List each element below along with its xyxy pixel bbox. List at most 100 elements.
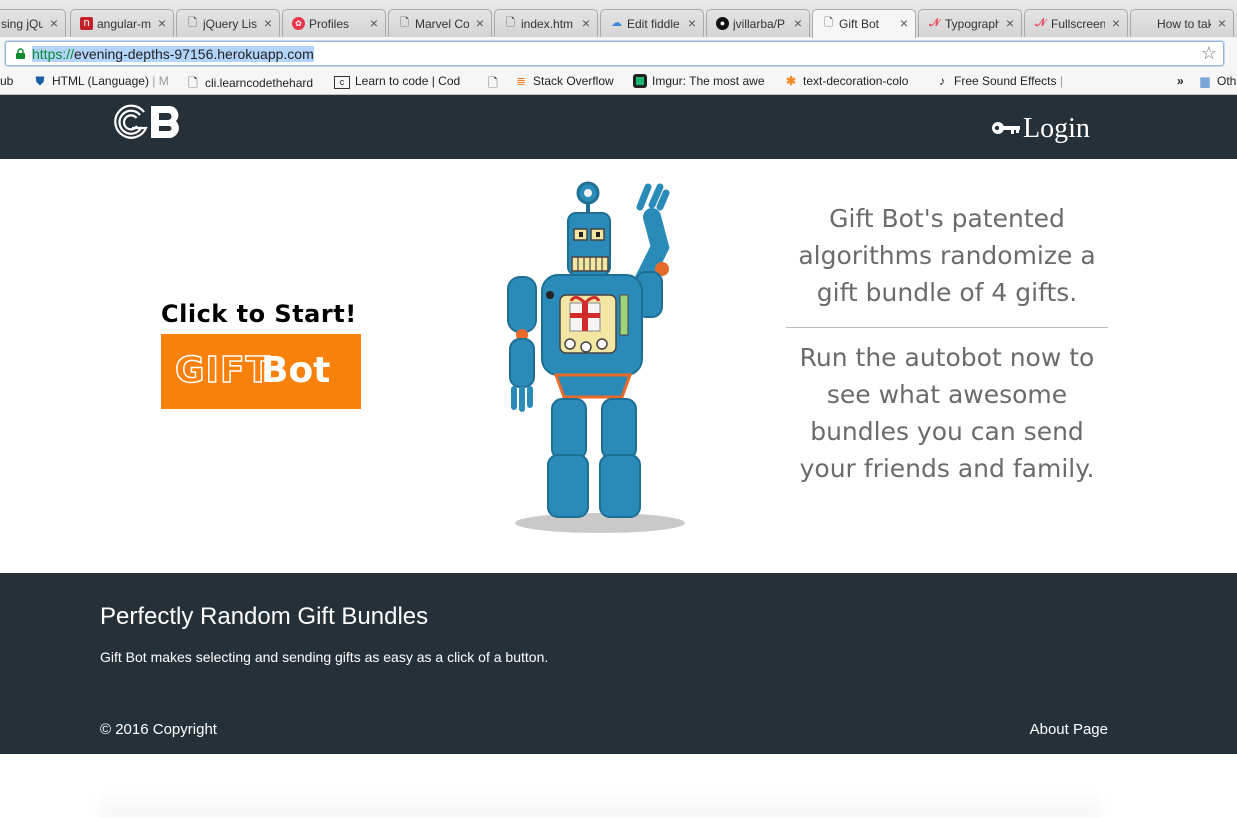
bookmark-label: ub	[0, 74, 14, 88]
tab-close-icon[interactable]: ×	[582, 15, 590, 31]
tab-close-icon[interactable]: ×	[158, 15, 166, 31]
typography-icon: 𝒩	[929, 17, 940, 29]
tab-close-icon[interactable]: ×	[688, 15, 696, 31]
bookmark-label: Learn to code | Cod	[355, 74, 461, 88]
footer-title: Perfectly Random Gift Bundles	[100, 603, 429, 630]
browser-tab[interactable]: sing jQu ×	[0, 9, 66, 37]
browser-tab[interactable]: ✿ Profiles ×	[282, 9, 386, 37]
browser-tab[interactable]: 𝒩 Fullscreen ×	[1024, 9, 1128, 37]
hero-copy-divider	[786, 327, 1108, 328]
footer-text: Gift Bot makes selecting and sending gif…	[100, 649, 549, 665]
browser-tab[interactable]: 🗋 index.htm ×	[494, 9, 598, 37]
page-icon: 🗋	[488, 76, 498, 90]
bookmark-label: »	[1177, 74, 1184, 88]
tab-title: Gift Bot	[839, 17, 880, 31]
browser-tab[interactable]: 🗋 jQuery Lis ×	[176, 9, 280, 37]
key-icon	[992, 122, 1020, 134]
bookmark-label: HTML (Language)	[52, 74, 149, 88]
tab-title: Profiles	[309, 17, 350, 31]
bookmark-label-extra: | M	[152, 74, 169, 88]
login-label: Login	[1023, 113, 1090, 144]
tab-title: Edit fiddle	[627, 17, 680, 31]
bookmark-item[interactable]: ♪ Free Sound Effects |	[935, 74, 1063, 88]
tab-close-icon[interactable]: ×	[1218, 15, 1226, 31]
stackoverflow-icon: ≣	[515, 74, 527, 88]
tab-close-icon[interactable]: ×	[370, 15, 378, 31]
tab-title: Typograph	[945, 17, 999, 31]
profile-icon: ✿	[292, 17, 305, 30]
page-icon: 🗋	[506, 17, 515, 29]
hero-copy-paragraph-2: Run the autobot now to see what awesome …	[799, 343, 1095, 483]
npm-icon: n	[80, 17, 93, 30]
bookmarks-bar: ub ⛊ HTML (Language) | M 🗋 cli.learncodeth…	[0, 71, 1237, 95]
bookmark-folder[interactable]: ▆ Oth	[1198, 74, 1236, 88]
browser-tab[interactable]: 𝒩 Typograph ×	[918, 9, 1022, 37]
cta-label: Click to Start!	[161, 300, 357, 328]
tab-close-icon[interactable]: ×	[50, 15, 58, 31]
hero-copy: Gift Bot's patented algorithms randomize…	[786, 200, 1108, 487]
tab-title: index.htm	[521, 17, 574, 31]
url-input[interactable]: https://evening-depths-97156.herokuapp.c…	[5, 41, 1224, 66]
apple-icon	[1140, 17, 1153, 30]
tab-title: jQuery Lis	[203, 17, 257, 31]
bookmark-label: Free Sound Effects	[954, 74, 1057, 88]
gift-bot-logo[interactable]: GB	[110, 102, 186, 142]
browser-tab[interactable]: n angular-m ×	[70, 9, 174, 37]
tab-title: sing jQu	[1, 17, 43, 31]
hero-copy-paragraph-1: Gift Bot's patented algorithms randomize…	[798, 204, 1096, 307]
page-icon: 🗋	[824, 17, 833, 29]
bookmark-item[interactable]: ⛊ HTML (Language) | M	[33, 74, 169, 89]
bookmark-label: Imgur: The most awe	[652, 74, 765, 88]
site-footer: Perfectly Random Gift Bundles Gift Bot m…	[0, 573, 1237, 754]
login-button[interactable]: Login	[991, 111, 1090, 147]
tab-close-icon[interactable]: ×	[794, 15, 802, 31]
lock-icon	[16, 48, 25, 59]
browser-tab[interactable]: ☁ Edit fiddle ×	[600, 9, 704, 37]
typography-icon: 𝒩	[1035, 17, 1046, 29]
page-bottom-shadow	[100, 790, 1100, 818]
browser-tab[interactable]: How to tak ×	[1130, 9, 1234, 37]
bookmark-label: Oth	[1217, 74, 1237, 88]
address-bar: https://evening-depths-97156.herokuapp.c…	[0, 37, 1237, 71]
tab-close-icon[interactable]: ×	[476, 15, 484, 31]
bookmark-item[interactable]: c Learn to code | Cod	[334, 74, 460, 89]
bookmark-label: cli.learncodethehard	[205, 76, 314, 90]
bookmark-star-icon[interactable]: ☆	[1201, 43, 1217, 64]
browser-tab-active[interactable]: 🗋 Gift Bot ×	[812, 9, 916, 38]
browser-tab[interactable]: 🗋 Marvel Co ×	[388, 9, 492, 37]
folder-icon: ▆	[1200, 74, 1210, 88]
page-icon: 🗋	[188, 17, 197, 29]
robot-illustration	[507, 181, 685, 533]
bookmark-item[interactable]: 🗋	[486, 74, 505, 95]
bookmark-item[interactable]: ✱ text-decoration-colo	[784, 74, 908, 88]
bookmark-item[interactable]: 🗋 cli.learncodethehard	[186, 74, 313, 95]
tab-close-icon[interactable]: ×	[900, 15, 908, 31]
about-page-link[interactable]: About Page	[1030, 721, 1108, 738]
browser-tab[interactable]: ● jvillarba/P ×	[706, 9, 810, 37]
codecademy-icon: c	[334, 76, 350, 89]
tab-close-icon[interactable]: ×	[264, 15, 272, 31]
page-icon: 🗋	[400, 17, 409, 29]
bookmark-item[interactable]: ub	[0, 74, 13, 88]
github-icon: ●	[716, 17, 729, 30]
site-header: GB Login	[0, 95, 1237, 159]
hero-section: Click to Start! GIFT Bot Gift Bot's pate…	[0, 159, 1237, 573]
tab-close-icon[interactable]: ×	[1112, 15, 1120, 31]
start-giftbot-button[interactable]: GIFT Bot	[161, 334, 361, 409]
tab-close-icon[interactable]: ×	[1006, 15, 1014, 31]
bookmark-item[interactable]: • Imgur: The most awe	[633, 74, 765, 88]
bookmark-label-extra: |	[1059, 74, 1063, 88]
page-icon: 🗋	[188, 76, 198, 90]
cta-bot-text: Bot	[261, 350, 331, 391]
bookmark-label: Stack Overflow	[533, 74, 614, 88]
fiddle-icon: ☁	[611, 17, 622, 29]
bookmark-label: text-decoration-colo	[803, 74, 909, 88]
tab-title: Fullscreen	[1051, 17, 1105, 31]
asterisk-icon: ✱	[785, 74, 797, 88]
tab-title: Marvel Co	[415, 17, 469, 31]
bookmark-item[interactable]: ≣ Stack Overflow	[514, 74, 614, 88]
bookmarks-overflow-button[interactable]: »	[1177, 74, 1184, 88]
url-text[interactable]: https://evening-depths-97156.herokuapp.c…	[32, 46, 314, 62]
browser-tab-strip: sing jQu × n angular-m × 🗋 jQuery Lis × ✿ P…	[0, 0, 1237, 38]
tab-title: How to tak	[1157, 17, 1211, 31]
